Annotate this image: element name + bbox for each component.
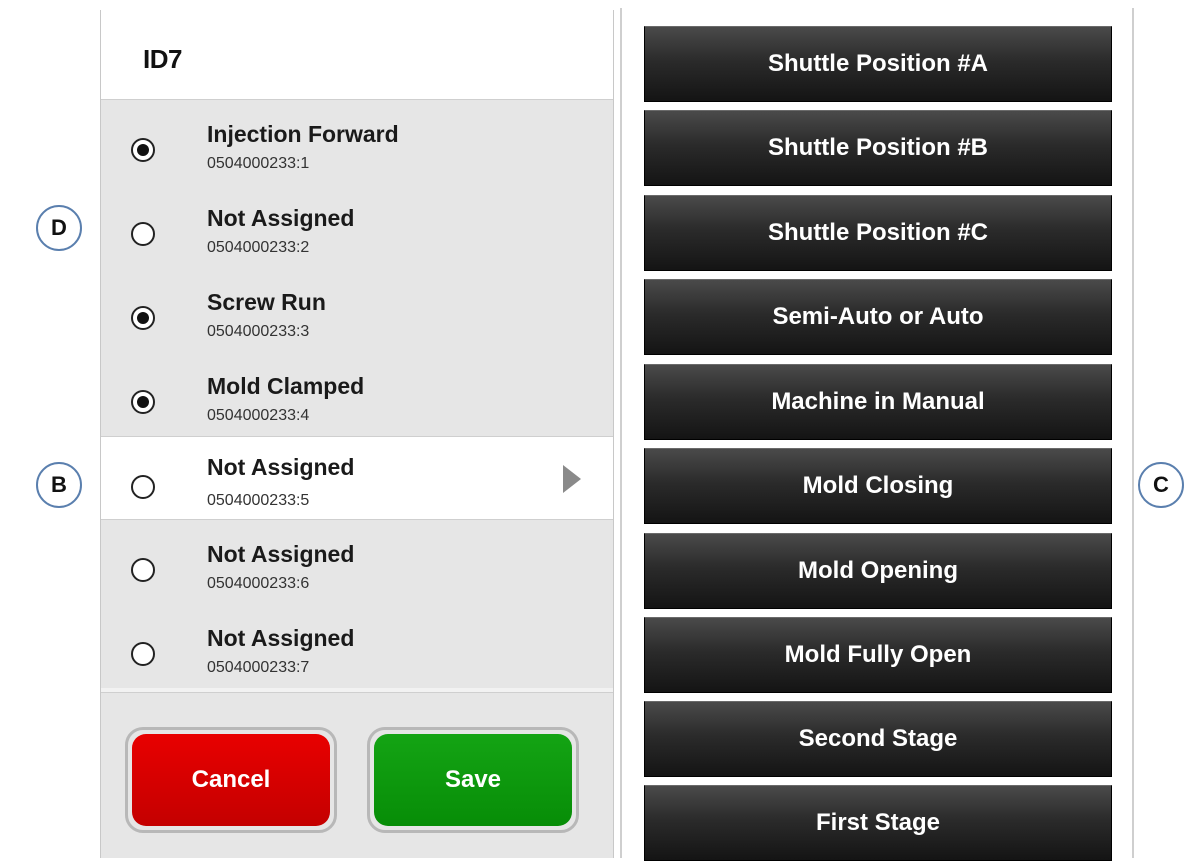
io-row-6[interactable]: Not Assigned 0504000233:6: [101, 520, 613, 604]
action-button-mold-fully-open[interactable]: Mold Fully Open: [644, 617, 1112, 693]
io-row-2[interactable]: Not Assigned 0504000233:2: [101, 184, 613, 268]
io-row-5-selected[interactable]: Not Assigned 0504000233:5: [101, 436, 613, 520]
io-row-code: 0504000233:2: [207, 239, 310, 256]
io-row-code: 0504000233:4: [207, 407, 310, 424]
io-row-4[interactable]: Mold Clamped 0504000233:4: [101, 352, 613, 436]
io-row-7[interactable]: Not Assigned 0504000233:7: [101, 604, 613, 688]
dialog-footer: Cancel Save: [101, 692, 613, 858]
io-row-label: Not Assigned: [207, 205, 355, 231]
radio-unchecked-icon[interactable]: [131, 475, 155, 499]
callout-c: C: [1138, 462, 1184, 508]
io-row-code: 0504000233:6: [207, 575, 310, 592]
action-button-semi-auto-or-auto[interactable]: Semi-Auto or Auto: [644, 279, 1112, 355]
io-row-code: 0504000233:3: [207, 323, 310, 340]
page-title: ID7: [143, 44, 182, 74]
action-button-mold-closing[interactable]: Mold Closing: [644, 448, 1112, 524]
io-row-label: Injection Forward: [207, 121, 399, 147]
radio-checked-icon[interactable]: [131, 390, 155, 414]
action-button-second-stage[interactable]: Second Stage: [644, 701, 1112, 777]
action-button-mold-opening[interactable]: Mold Opening: [644, 533, 1112, 609]
cancel-button[interactable]: Cancel: [125, 727, 337, 833]
action-button-first-stage[interactable]: First Stage: [644, 785, 1112, 861]
radio-unchecked-icon[interactable]: [131, 642, 155, 666]
action-button-shuttle-position-a[interactable]: Shuttle Position #A: [644, 26, 1112, 102]
radio-checked-icon[interactable]: [131, 138, 155, 162]
radio-unchecked-icon[interactable]: [131, 558, 155, 582]
action-button-shuttle-position-c[interactable]: Shuttle Position #C: [644, 195, 1112, 271]
io-row-code: 0504000233:7: [207, 659, 310, 676]
action-button-shuttle-position-b[interactable]: Shuttle Position #B: [644, 110, 1112, 186]
action-button-machine-in-manual[interactable]: Machine in Manual: [644, 364, 1112, 440]
io-row-1[interactable]: Injection Forward 0504000233:1: [101, 100, 613, 184]
io-row-code: 0504000233:1: [207, 155, 310, 172]
io-assignment-screen: ID7 Injection Forward 0504000233:1 Not A…: [0, 0, 1202, 861]
radio-unchecked-icon[interactable]: [131, 222, 155, 246]
radio-checked-icon[interactable]: [131, 306, 155, 330]
io-row-label: Not Assigned: [207, 541, 355, 567]
cancel-button-label: Cancel: [132, 734, 330, 826]
io-row-code: 0504000233:5: [207, 492, 310, 509]
triangle-right-icon: [563, 465, 581, 493]
io-row-label: Not Assigned: [207, 454, 355, 480]
io-list: Injection Forward 0504000233:1 Not Assig…: [101, 100, 613, 692]
function-list-panel: Shuttle Position #A Shuttle Position #B …: [620, 8, 1134, 861]
io-row-3[interactable]: Screw Run 0504000233:3: [101, 268, 613, 352]
io-row-label: Screw Run: [207, 289, 326, 315]
save-button-label: Save: [374, 734, 572, 826]
io-list-panel: ID7 Injection Forward 0504000233:1 Not A…: [100, 10, 614, 858]
callout-d: D: [36, 205, 82, 251]
save-button[interactable]: Save: [367, 727, 579, 833]
io-row-label: Not Assigned: [207, 625, 355, 651]
io-row-label: Mold Clamped: [207, 373, 365, 399]
panel-header: ID7: [101, 10, 613, 100]
callout-b: B: [36, 462, 82, 508]
